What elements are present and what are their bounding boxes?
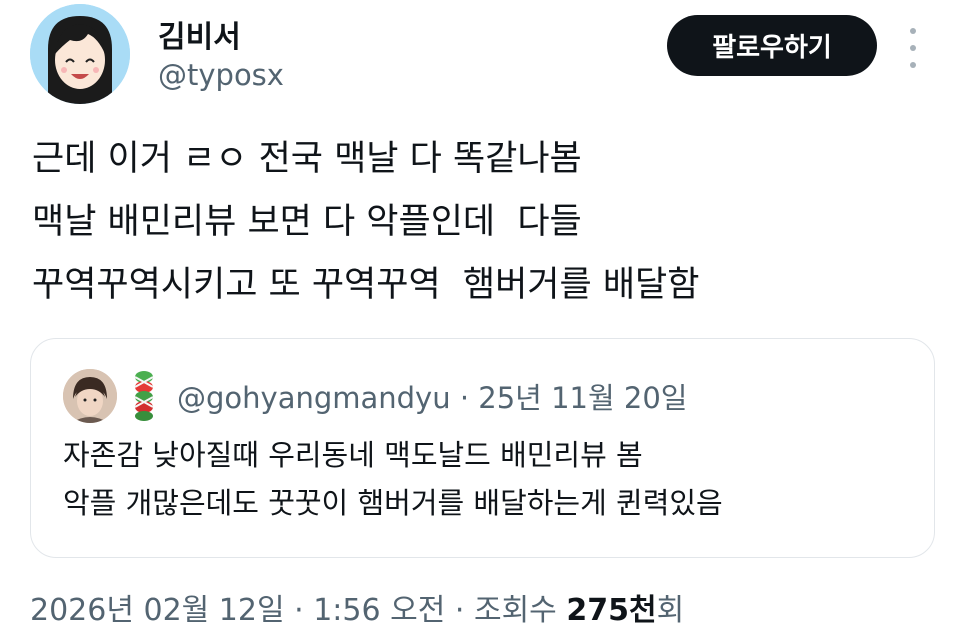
person-avatar-icon <box>63 369 117 423</box>
author-avatar[interactable] <box>30 4 130 104</box>
footer-separator: · <box>454 593 465 628</box>
tweet-line: 꾸역꾸역시키고 또 꾸역꾸역 햄버거를 배달함 <box>32 265 700 305</box>
tweet-line: 맥날 배민리뷰 보면 다 악플인데 다들 <box>32 202 582 242</box>
views-suffix: 회 <box>656 593 685 628</box>
tweet-line: 근데 이거 ㄹㅇ 전국 맥날 다 똑같나봄 <box>32 139 582 179</box>
tweet-footer-meta: 2026년 02월 12일 · 1:56 오전 · 조회수 275천회 <box>30 585 684 629</box>
quote-separator: · <box>459 381 470 415</box>
quoted-tweet-card[interactable]: @gohyangmandyu · 25년 11월 20일 자존감 낮아질때 우리… <box>30 338 935 558</box>
braid-emoji-icon <box>128 370 160 422</box>
anime-girl-avatar-icon <box>30 4 130 104</box>
views-label: 조회수 <box>473 593 557 628</box>
quote-line: 자존감 낮아질때 우리동네 맥도날드 배민리뷰 봄 <box>63 438 643 472</box>
quote-author-avatar[interactable] <box>63 369 117 423</box>
author-handle[interactable]: @typosx <box>158 58 284 92</box>
author-display-name[interactable]: 김비서 <box>158 12 241 56</box>
views-count[interactable]: 275천 <box>566 593 656 628</box>
more-vertical-icon[interactable] <box>903 28 923 68</box>
tweet-time[interactable]: 1:56 오전 <box>313 593 445 628</box>
quote-text: 자존감 낮아질때 우리동네 맥도날드 배민리뷰 봄 악플 개많은데도 꿋꿋이 햄… <box>63 431 723 527</box>
footer-separator: · <box>294 593 304 628</box>
tweet-text: 근데 이거 ㄹㅇ 전국 맥날 다 똑같나봄 맥날 배민리뷰 보면 다 악플인데 … <box>32 128 699 317</box>
quote-date[interactable]: 25년 11월 20일 <box>478 381 687 415</box>
quote-line: 악플 개많은데도 꿋꿋이 햄버거를 배달하는게 퀸력있음 <box>63 486 723 520</box>
quote-handle[interactable]: @gohyangmandyu <box>177 381 451 415</box>
follow-button[interactable]: 팔로우하기 <box>667 15 877 76</box>
tweet-date[interactable]: 2026년 02월 12일 <box>30 593 285 628</box>
quote-meta: @gohyangmandyu · 25년 11월 20일 <box>177 375 687 417</box>
